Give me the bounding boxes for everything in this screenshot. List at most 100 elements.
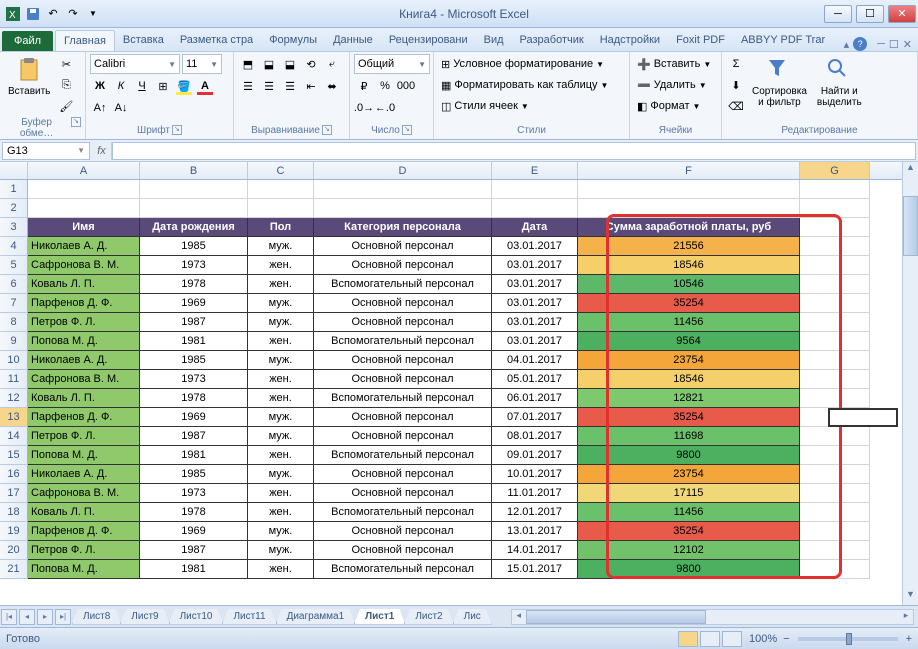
cell[interactable]: Вспомогательный персонал	[314, 560, 492, 579]
cell[interactable]: Вспомогательный персонал	[314, 446, 492, 465]
cell[interactable]: Пол	[248, 218, 314, 237]
formula-input[interactable]	[112, 142, 916, 160]
cell[interactable]: Дата	[492, 218, 578, 237]
sheet-nav-prev[interactable]: ◂	[19, 609, 35, 625]
cell[interactable]: Парфенов Д. Ф.	[28, 522, 140, 541]
cell[interactable]	[140, 180, 248, 199]
cell[interactable]: жен.	[248, 256, 314, 275]
cell[interactable]: 12.01.2017	[492, 503, 578, 522]
cell[interactable]: 1978	[140, 275, 248, 294]
cell[interactable]: жен.	[248, 332, 314, 351]
row-header[interactable]: 13	[0, 408, 28, 427]
col-header-E[interactable]: E	[492, 162, 578, 179]
cell[interactable]: Дата рождения	[140, 218, 248, 237]
cell[interactable]: 1969	[140, 408, 248, 427]
cell[interactable]: Коваль Л. П.	[28, 275, 140, 294]
cell[interactable]: 23754	[578, 351, 800, 370]
format-painter-icon[interactable]: 🖌	[56, 96, 76, 116]
cell[interactable]	[800, 294, 870, 313]
row-header[interactable]: 4	[0, 237, 28, 256]
cell[interactable]: 06.01.2017	[492, 389, 578, 408]
ribbon-tab-8[interactable]: Надстройки	[592, 30, 668, 51]
ribbon-tab-2[interactable]: Разметка стра	[172, 30, 261, 51]
cell[interactable]	[800, 275, 870, 294]
ribbon-tab-4[interactable]: Данные	[325, 30, 381, 51]
row-header[interactable]: 21	[0, 560, 28, 579]
doc-close-icon[interactable]: ✕	[903, 38, 912, 51]
percent-icon[interactable]: %	[375, 76, 395, 96]
cell[interactable]: Основной персонал	[314, 237, 492, 256]
excel-icon[interactable]: X	[4, 5, 22, 23]
undo-icon[interactable]: ↶	[44, 5, 62, 23]
dec-decimal-icon[interactable]: ←.0	[375, 98, 395, 118]
cell-styles-button[interactable]: ◫Стили ячеек▼	[438, 96, 532, 116]
cell[interactable]: муж.	[248, 294, 314, 313]
delete-cells-button[interactable]: ➖Удалить▼	[634, 75, 710, 95]
wrap-text-icon[interactable]: ⤶	[322, 54, 342, 74]
doc-restore-icon[interactable]: ☐	[889, 38, 899, 51]
cell[interactable]: Основной персонал	[314, 484, 492, 503]
cell[interactable]	[800, 541, 870, 560]
cell[interactable]	[800, 332, 870, 351]
cell[interactable]	[800, 256, 870, 275]
cell[interactable]: 10546	[578, 275, 800, 294]
cell[interactable]: муж.	[248, 351, 314, 370]
cell[interactable]: Коваль Л. П.	[28, 389, 140, 408]
cell[interactable]: Основной персонал	[314, 465, 492, 484]
inc-decimal-icon[interactable]: .0→	[354, 98, 374, 118]
sheet-tab[interactable]: Лист8	[72, 609, 121, 625]
cell[interactable]: 35254	[578, 408, 800, 427]
sheet-tab[interactable]: Лист10	[169, 609, 224, 625]
cell[interactable]	[248, 180, 314, 199]
font-name-combo[interactable]: Calibri▼	[90, 54, 180, 74]
row-header[interactable]: 6	[0, 275, 28, 294]
cell[interactable]: 15.01.2017	[492, 560, 578, 579]
cell[interactable]: Попова М. Д.	[28, 446, 140, 465]
cell[interactable]	[800, 313, 870, 332]
view-normal-icon[interactable]	[678, 631, 698, 647]
paste-button[interactable]: Вставить	[4, 54, 54, 99]
cell[interactable]: 14.01.2017	[492, 541, 578, 560]
cell[interactable]	[800, 218, 870, 237]
cell[interactable]: 1973	[140, 256, 248, 275]
cell[interactable]: муж.	[248, 237, 314, 256]
cell[interactable]: 03.01.2017	[492, 275, 578, 294]
cell[interactable]	[800, 484, 870, 503]
cell[interactable]: жен.	[248, 389, 314, 408]
view-break-icon[interactable]	[722, 631, 742, 647]
row-header[interactable]: 18	[0, 503, 28, 522]
find-select-button[interactable]: Найти и выделить	[813, 54, 866, 110]
cell[interactable]: жен.	[248, 446, 314, 465]
ribbon-tab-5[interactable]: Рецензировани	[381, 30, 476, 51]
row-header[interactable]: 3	[0, 218, 28, 237]
cell[interactable]: 13.01.2017	[492, 522, 578, 541]
grow-font-icon[interactable]: A↑	[90, 98, 110, 118]
row-header[interactable]: 1	[0, 180, 28, 199]
sheet-nav-last[interactable]: ▸|	[55, 609, 71, 625]
cell[interactable]	[492, 199, 578, 218]
cell[interactable]: 1985	[140, 465, 248, 484]
cell[interactable]: 9800	[578, 560, 800, 579]
font-size-combo[interactable]: 11▼	[182, 54, 222, 74]
cell[interactable]: 11456	[578, 313, 800, 332]
cell[interactable]: Сафронова В. М.	[28, 484, 140, 503]
col-header-B[interactable]: B	[140, 162, 248, 179]
hscroll-thumb[interactable]	[526, 610, 706, 624]
col-header-D[interactable]: D	[314, 162, 492, 179]
cell[interactable]: Парфенов Д. Ф.	[28, 294, 140, 313]
cell[interactable]: 12102	[578, 541, 800, 560]
cell[interactable]: 1969	[140, 294, 248, 313]
cell[interactable]	[140, 199, 248, 218]
cell[interactable]	[800, 522, 870, 541]
merge-icon[interactable]: ⬌	[322, 76, 342, 96]
cell[interactable]: 9564	[578, 332, 800, 351]
cell[interactable]: 1987	[140, 427, 248, 446]
cell[interactable]: 09.01.2017	[492, 446, 578, 465]
cell[interactable]: 1985	[140, 351, 248, 370]
ribbon-tab-7[interactable]: Разработчик	[512, 30, 592, 51]
cell[interactable]	[28, 180, 140, 199]
cell[interactable]: Петров Ф. Л.	[28, 313, 140, 332]
insert-cells-button[interactable]: ➕Вставить▼	[634, 54, 714, 74]
cell[interactable]: Основной персонал	[314, 256, 492, 275]
fill-color-icon[interactable]: 🪣	[174, 76, 194, 96]
